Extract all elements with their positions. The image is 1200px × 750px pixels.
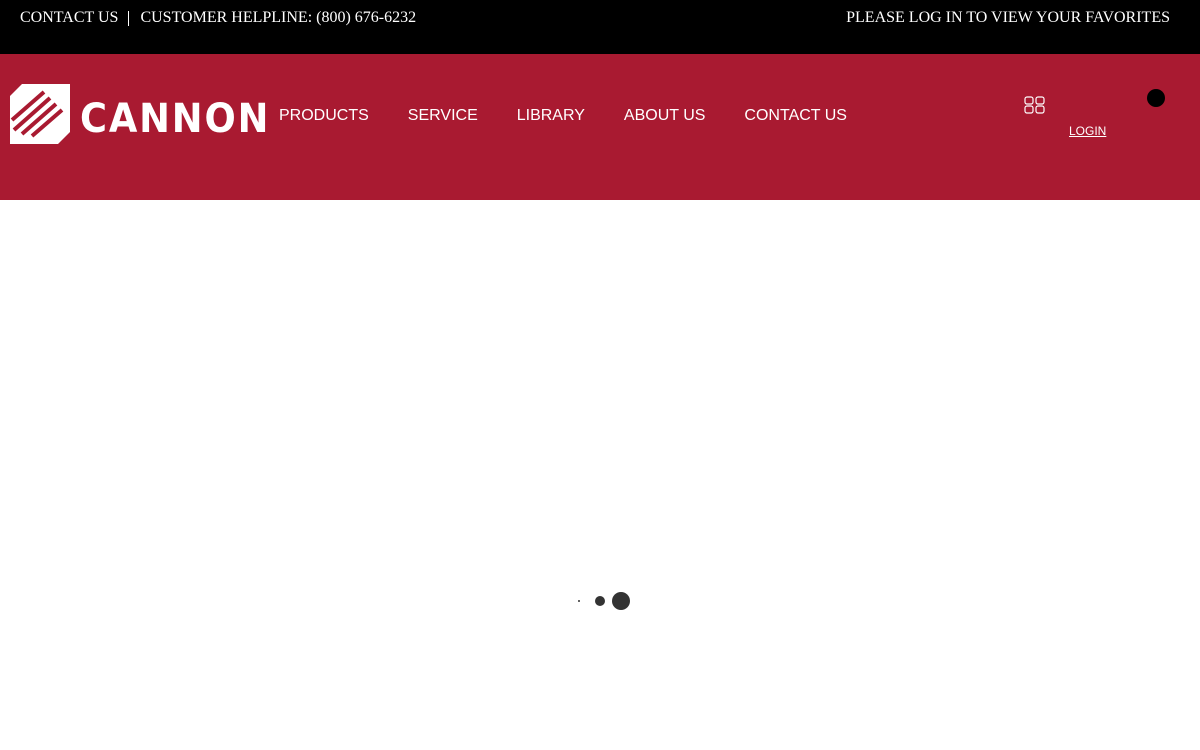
grid-icon[interactable] xyxy=(1024,96,1046,114)
nav-item-contact-us[interactable]: CONTACT US xyxy=(744,106,847,126)
utility-bar-left: CONTACT US CUSTOMER HELPLINE: (800) 676-… xyxy=(20,9,416,27)
nav-item-about-us[interactable]: ABOUT US xyxy=(624,106,706,126)
loading-dot-large xyxy=(612,592,630,610)
utility-bar: CONTACT US CUSTOMER HELPLINE: (800) 676-… xyxy=(0,0,1200,54)
customer-helpline-link[interactable]: CUSTOMER HELPLINE: (800) 676-6232 xyxy=(140,9,416,27)
loading-dots-icon xyxy=(570,590,640,612)
brand-logo[interactable]: CANNON xyxy=(10,84,268,144)
cart-badge-icon[interactable] xyxy=(1147,89,1165,107)
nav-item-service[interactable]: SERVICE xyxy=(408,106,478,126)
login-link[interactable]: LOGIN xyxy=(1069,124,1106,138)
loading-dot-small xyxy=(578,600,580,602)
brand-wordmark: CANNON xyxy=(80,96,271,142)
primary-nav: PRODUCTS SERVICE LIBRARY ABOUT US CONTAC… xyxy=(279,106,886,126)
topbar-contact-link[interactable]: CONTACT US xyxy=(20,9,118,27)
nav-item-library[interactable]: LIBRARY xyxy=(517,106,585,126)
loading-dot-medium xyxy=(595,596,605,606)
topbar-divider xyxy=(128,10,130,26)
nav-item-products[interactable]: PRODUCTS xyxy=(279,106,369,126)
main-header: CANNON PRODUCTS SERVICE LIBRARY ABOUT US… xyxy=(0,54,1200,200)
favorites-login-notice[interactable]: PLEASE LOG IN TO VIEW YOUR FAVORITES xyxy=(846,9,1170,26)
utility-bar-right: PLEASE LOG IN TO VIEW YOUR FAVORITES xyxy=(846,9,1170,27)
cannon-logo-icon xyxy=(10,84,70,144)
